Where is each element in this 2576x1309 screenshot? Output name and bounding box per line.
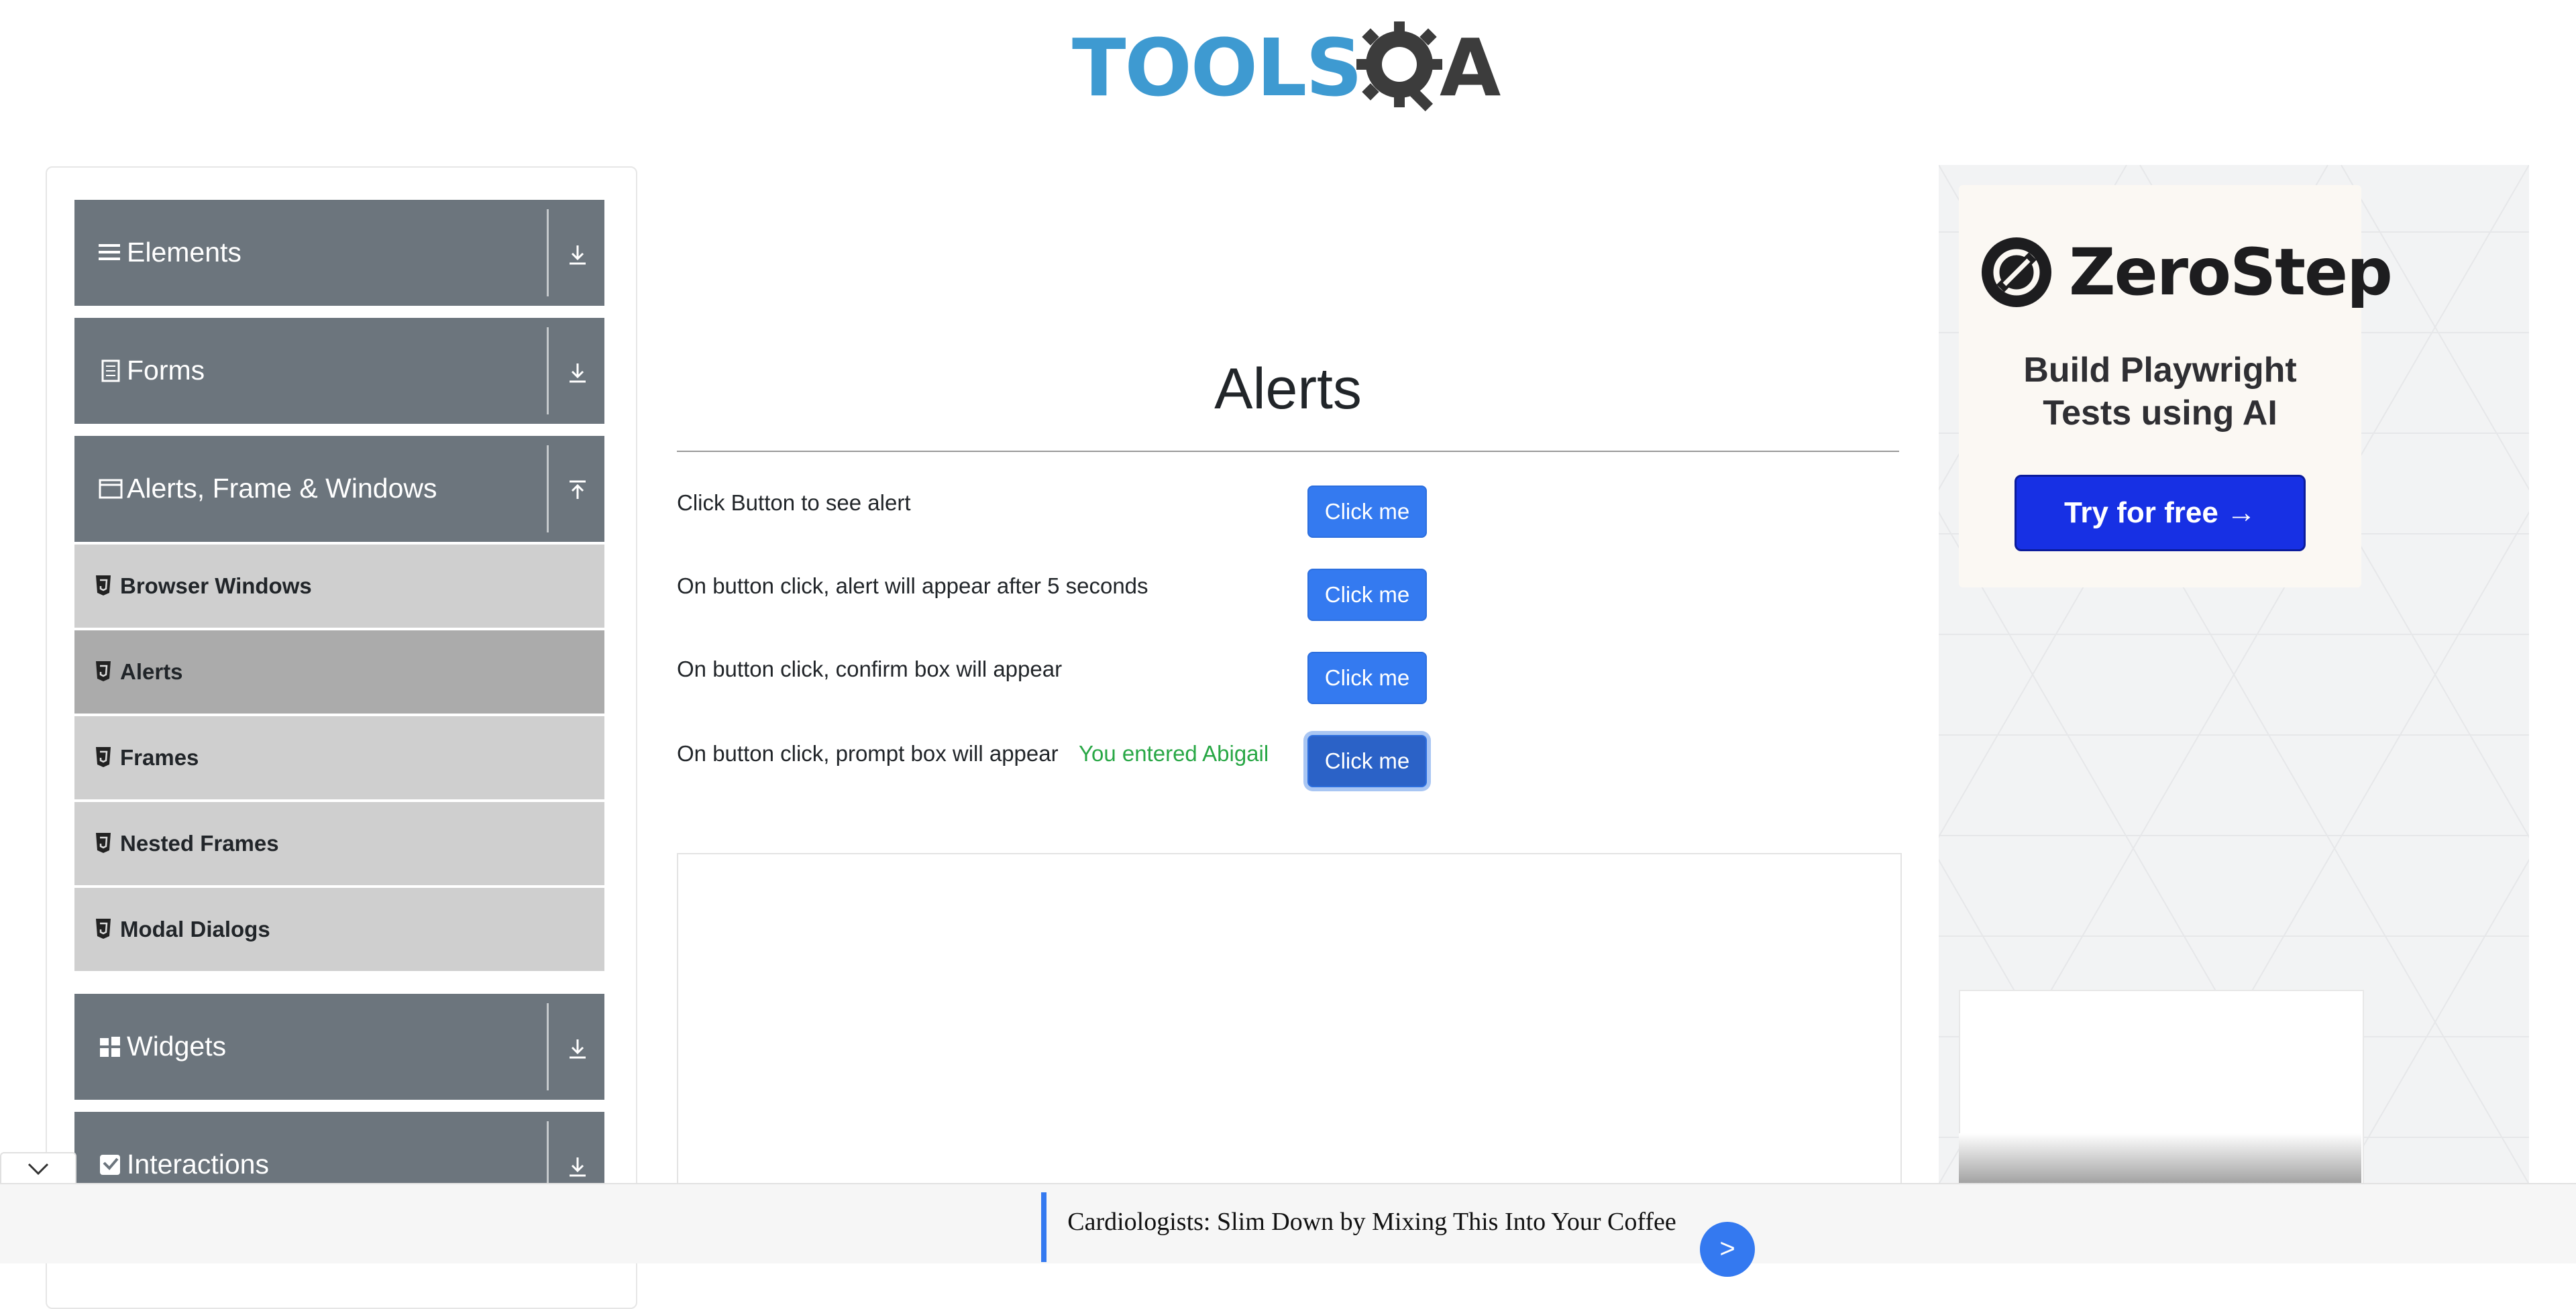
sidebar-item-label: Frames bbox=[120, 745, 199, 770]
group-label: Elements bbox=[127, 237, 241, 268]
group-label: Forms bbox=[127, 355, 205, 386]
title-divider bbox=[677, 451, 1899, 452]
divider bbox=[547, 209, 549, 296]
sidebar-item-frames[interactable]: Frames bbox=[74, 716, 604, 799]
grid-icon bbox=[100, 1037, 120, 1057]
tagline-line-2: Tests using AI bbox=[2043, 394, 2277, 433]
sidebar-item-label: Alerts bbox=[120, 659, 183, 684]
prompt-button[interactable]: Click me bbox=[1307, 735, 1427, 787]
window-icon bbox=[99, 479, 123, 499]
try-for-free-button[interactable]: Try for free → bbox=[2015, 475, 2306, 551]
html5-icon bbox=[96, 833, 111, 853]
document-icon bbox=[101, 359, 120, 382]
confirm-row-label: On button click, confirm box will appear bbox=[677, 657, 1063, 681]
upload-icon[interactable] bbox=[564, 477, 591, 504]
prompt-result-text: You entered Abigail bbox=[1079, 741, 1269, 766]
html5-icon bbox=[96, 747, 111, 767]
zerostep-logo-icon bbox=[1982, 237, 2051, 307]
collapse-ad-button[interactable] bbox=[0, 1152, 76, 1186]
zerostep-brand: ZeroStep bbox=[2069, 235, 2393, 310]
gear-magnifier-icon bbox=[1356, 21, 1442, 112]
html5-icon bbox=[96, 661, 111, 681]
confirm-button[interactable]: Click me bbox=[1307, 652, 1427, 704]
divider bbox=[547, 327, 549, 414]
toolsqa-logo[interactable]: TOOLS A bbox=[1072, 19, 1508, 121]
download-icon[interactable] bbox=[564, 359, 591, 386]
group-alerts-frame-windows[interactable]: Alerts, Frame & Windows bbox=[74, 436, 604, 542]
sidebar-item-label: Modal Dialogs bbox=[120, 917, 270, 942]
sidebar-item-nested-frames[interactable]: Nested Frames bbox=[74, 802, 604, 885]
chevron-down-icon bbox=[28, 1163, 49, 1176]
divider bbox=[547, 445, 549, 532]
group-label: Interactions bbox=[127, 1149, 269, 1180]
alert-row-label: Click Button to see alert bbox=[677, 490, 911, 515]
divider bbox=[547, 1003, 549, 1090]
download-icon[interactable] bbox=[564, 1153, 591, 1180]
tagline-line-1: Build Playwright bbox=[2023, 351, 2297, 390]
timer-alert-button[interactable]: Click me bbox=[1307, 569, 1427, 621]
ad-accent-bar bbox=[1041, 1192, 1046, 1262]
download-icon[interactable] bbox=[564, 1035, 591, 1062]
group-elements[interactable]: Elements bbox=[74, 200, 604, 306]
timer-alert-row-label: On button click, alert will appear after… bbox=[677, 573, 1148, 598]
logo-a-text: A bbox=[1440, 21, 1501, 114]
sidebar-item-alerts[interactable]: Alerts bbox=[74, 630, 604, 714]
download-icon[interactable] bbox=[564, 241, 591, 268]
bottom-ad-headline[interactable]: Cardiologists: Slim Down by Mixing This … bbox=[1060, 1206, 1684, 1238]
alert-button[interactable]: Click me bbox=[1307, 486, 1427, 538]
prompt-row-label: On button click, prompt box will appear bbox=[677, 741, 1059, 766]
logo-tools-text: TOOLS bbox=[1072, 21, 1362, 114]
group-widgets[interactable]: Widgets bbox=[74, 994, 604, 1100]
hamburger-icon bbox=[99, 244, 120, 260]
zerostep-tagline: Build Playwright Tests using AI bbox=[1959, 349, 2361, 435]
sidebar-item-modal-dialogs[interactable]: Modal Dialogs bbox=[74, 888, 604, 971]
sidebar-item-label: Browser Windows bbox=[120, 573, 312, 598]
sidebar-item-label: Nested Frames bbox=[120, 831, 279, 856]
group-forms[interactable]: Forms bbox=[74, 318, 604, 424]
page-title: Alerts bbox=[1214, 357, 1362, 421]
group-label: Widgets bbox=[127, 1031, 227, 1062]
html5-icon bbox=[96, 575, 111, 595]
html5-icon bbox=[96, 919, 111, 939]
group-label: Alerts, Frame & Windows bbox=[127, 473, 437, 504]
bottom-ad-go-button[interactable]: > bbox=[1700, 1222, 1755, 1277]
sidebar-item-browser-windows[interactable]: Browser Windows bbox=[74, 545, 604, 628]
interaction-icon bbox=[100, 1155, 120, 1175]
